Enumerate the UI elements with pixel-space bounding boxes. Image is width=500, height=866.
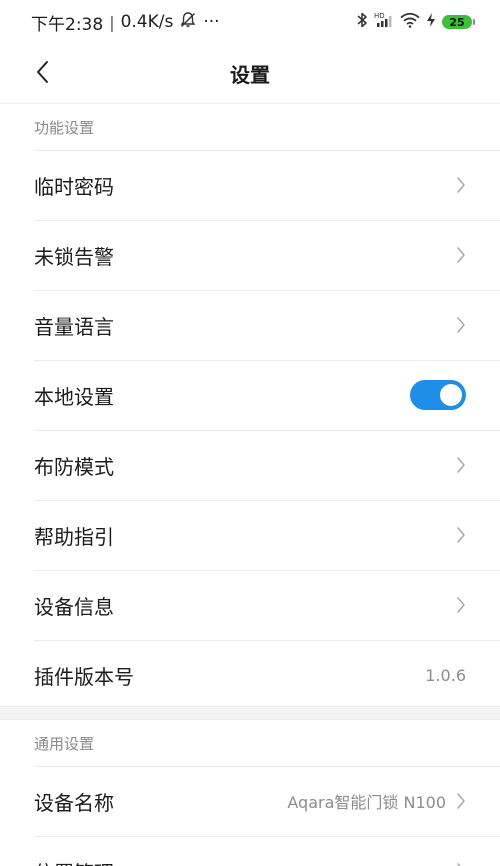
chevron-left-icon <box>35 60 49 88</box>
chevron-right-icon <box>456 526 466 544</box>
charging-icon <box>426 12 436 33</box>
chevron-right-icon <box>456 596 466 614</box>
toggle-knob <box>440 384 462 406</box>
section-title-function: 功能设置 <box>34 118 95 137</box>
back-button[interactable] <box>24 56 60 92</box>
nav-bar: 设置 <box>0 44 500 104</box>
signal-hd-icon: HD <box>374 11 394 34</box>
list-item-unlock-alarm[interactable]: 未锁告警 <box>0 220 500 290</box>
device-name-value: Aqara智能门锁 N100 <box>287 793 446 812</box>
status-bar: 下午2:38 | 0.4K/s ··· HD 25 <box>0 0 500 44</box>
status-separator: | <box>109 12 115 32</box>
plugin-version-value: 1.0.6 <box>425 665 466 685</box>
list-item-label: 布防模式 <box>34 454 114 479</box>
battery-icon: 25 <box>442 15 475 29</box>
list-item-help-guide[interactable]: 帮助指引 <box>0 500 500 570</box>
local-settings-toggle[interactable] <box>410 380 466 410</box>
bluetooth-icon <box>356 11 368 34</box>
chevron-right-icon <box>456 862 466 866</box>
chevron-right-icon <box>456 316 466 334</box>
chevron-right-icon <box>456 792 466 810</box>
section-title-general: 通用设置 <box>34 734 95 753</box>
status-left: 下午2:38 | 0.4K/s ··· <box>31 10 220 35</box>
list-item-plugin-version: 插件版本号 1.0.6 <box>0 640 500 710</box>
list-item-label: 临时密码 <box>34 174 114 199</box>
list-item-label: 音量语言 <box>34 314 114 339</box>
general-settings-section: 通用设置 设备名称 Aqara智能门锁 N100 位置管理 <box>0 720 500 866</box>
device-name-right: Aqara智能门锁 N100 <box>287 789 466 813</box>
list-item-label: 本地设置 <box>34 384 114 409</box>
status-time: 下午2:38 <box>31 14 104 35</box>
list-item-label: 未锁告警 <box>34 244 114 269</box>
more-notifications-icon: ··· <box>203 12 220 32</box>
list-item-volume-language[interactable]: 音量语言 <box>0 290 500 360</box>
list-item-label: 帮助指引 <box>34 524 114 549</box>
list-item-label: 位置管理 <box>34 857 114 866</box>
chevron-right-icon <box>456 456 466 474</box>
list-item-device-name[interactable]: 设备名称 Aqara智能门锁 N100 <box>0 766 500 836</box>
section-divider <box>0 706 500 720</box>
list-item-local-settings: 本地设置 <box>0 360 500 430</box>
list-item-label: 设备信息 <box>34 594 114 619</box>
wifi-icon <box>400 12 420 33</box>
list-item-device-info[interactable]: 设备信息 <box>0 570 500 640</box>
network-speed: 0.4K/s <box>120 12 174 32</box>
status-right: HD 25 <box>356 11 475 34</box>
chevron-right-icon <box>456 246 466 264</box>
list-item-label: 设备名称 <box>34 790 114 815</box>
list-item-label: 插件版本号 <box>34 664 134 689</box>
bell-muted-icon <box>179 11 197 34</box>
function-settings-section: 功能设置 临时密码 未锁告警 音量语言 本地设置 布防模式 帮助指引 设备信息 … <box>0 104 500 710</box>
list-item-location-management[interactable]: 位置管理 <box>0 836 500 866</box>
page-title: 设置 <box>230 63 270 87</box>
list-item-temporary-password[interactable]: 临时密码 <box>0 150 500 220</box>
chevron-right-icon <box>456 176 466 194</box>
svg-text:HD: HD <box>374 12 385 20</box>
list-item-arming-mode[interactable]: 布防模式 <box>0 430 500 500</box>
